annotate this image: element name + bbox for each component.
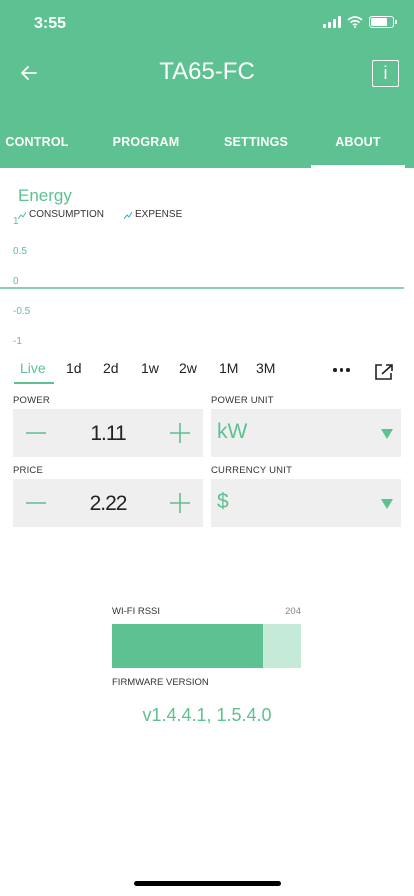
plus-icon[interactable]	[169, 491, 191, 515]
range-active-indicator	[14, 382, 54, 384]
time-range-selector: Live 1d 2d 1w 2w 1M 3M	[0, 360, 414, 384]
y-tick-label: -1	[13, 336, 22, 347]
app-header: 3:55 TA65-FC i CONTROL PROGRAM SETTINGS …	[0, 0, 414, 168]
wifi-rssi-bar	[112, 624, 301, 668]
chart-title: Energy	[18, 186, 72, 205]
line-chart-icon	[18, 211, 26, 219]
battery-icon	[369, 16, 397, 28]
legend-consumption[interactable]: CONSUMPTION	[18, 209, 104, 220]
energy-chart: 1 0.5 0 -0.5 -1	[0, 216, 414, 356]
tab-about[interactable]: ABOUT	[311, 116, 405, 168]
info-icon[interactable]: i	[372, 60, 399, 87]
currency-unit-select[interactable]: $	[211, 479, 401, 527]
active-tab-indicator	[311, 165, 405, 168]
range-1m-button[interactable]: 1M	[219, 360, 238, 376]
power-unit-select[interactable]: kW	[211, 409, 401, 457]
tab-program[interactable]: PROGRAM	[96, 116, 196, 168]
page-title: TA65-FC	[159, 58, 255, 85]
price-stepper: 2.22	[13, 479, 203, 527]
tab-bar: CONTROL PROGRAM SETTINGS ABOUT	[0, 116, 414, 168]
y-tick-label: -0.5	[13, 306, 31, 317]
range-2w-button[interactable]: 2w	[179, 360, 197, 376]
tab-settings[interactable]: SETTINGS	[206, 116, 306, 168]
currency-unit-label: CURRENCY UNIT	[211, 465, 293, 476]
line-chart-icon	[124, 211, 132, 219]
power-unit-value: kW	[217, 420, 248, 443]
power-stepper: 1.11	[13, 409, 203, 457]
dropdown-arrow-icon	[381, 429, 393, 439]
currency-unit-value: $	[217, 490, 229, 513]
cellular-signal-icon	[323, 16, 341, 28]
plus-icon[interactable]	[169, 421, 191, 445]
tab-control[interactable]: CONTROL	[0, 116, 74, 168]
wifi-rssi-value: 204	[285, 606, 301, 617]
range-1w-button[interactable]: 1w	[141, 360, 159, 376]
power-unit-label: POWER UNIT	[211, 395, 274, 406]
power-label: POWER	[13, 395, 50, 406]
energy-chart-plot	[0, 287, 404, 289]
firmware-version-value: v1.4.4.1, 1.5.4.0	[142, 705, 272, 725]
range-2d-button[interactable]: 2d	[103, 360, 119, 376]
y-tick-label: 1	[13, 216, 19, 227]
status-time: 3:55	[34, 15, 67, 32]
export-icon[interactable]	[374, 363, 394, 381]
y-tick-label: 0.5	[13, 246, 27, 257]
wifi-icon	[347, 16, 363, 28]
price-label: PRICE	[13, 465, 44, 476]
firmware-version-label: FIRMWARE VERSION	[112, 677, 209, 688]
more-icon[interactable]	[333, 368, 350, 372]
wifi-rssi-fill	[112, 624, 264, 668]
y-tick-label: 0	[13, 276, 19, 287]
legend-expense[interactable]: EXPENSE	[124, 209, 182, 220]
range-1d-button[interactable]: 1d	[66, 360, 82, 376]
dropdown-arrow-icon	[381, 499, 393, 509]
range-3m-button[interactable]: 3M	[256, 360, 275, 376]
status-icons	[323, 16, 397, 28]
range-live-button[interactable]: Live	[20, 360, 46, 376]
wifi-rssi-label: WI-FI RSSI	[112, 606, 161, 617]
home-indicator	[134, 881, 281, 886]
